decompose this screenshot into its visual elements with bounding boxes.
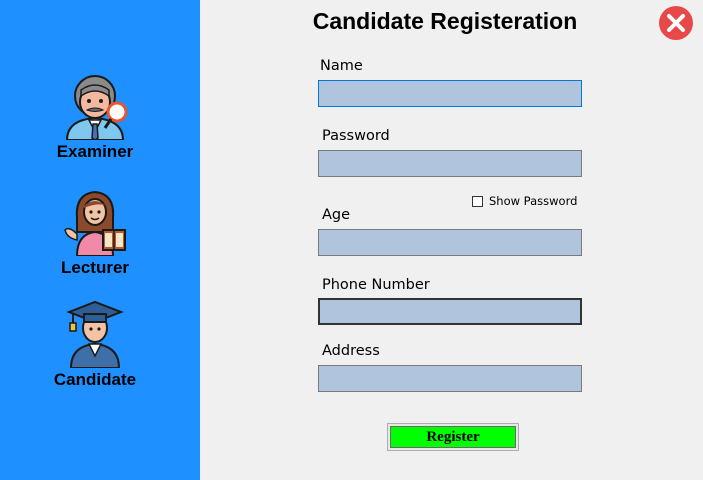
- close-button[interactable]: [658, 5, 694, 41]
- examiner-icon: [65, 75, 128, 140]
- phone-label: Phone Number: [322, 277, 430, 293]
- address-label: Address: [322, 343, 380, 359]
- sidebar-item-label: Candidate: [53, 370, 137, 389]
- password-field[interactable]: [318, 150, 582, 177]
- name-label: Name: [320, 58, 363, 74]
- sidebar-item-candidate[interactable]: Candidate: [0, 300, 190, 390]
- show-password-checkbox[interactable]: [472, 195, 483, 207]
- phone-field[interactable]: [318, 298, 582, 325]
- register-button-frame: Register: [387, 423, 519, 451]
- close-icon: [659, 6, 693, 40]
- age-label: Age: [322, 207, 351, 223]
- candidate-icon: [66, 300, 124, 368]
- password-label: Password: [322, 128, 390, 144]
- address-field[interactable]: [318, 365, 582, 392]
- sidebar-item-label: Examiner: [56, 142, 134, 161]
- age-field[interactable]: [318, 229, 582, 256]
- name-field[interactable]: [318, 80, 582, 107]
- sidebar-item-examiner[interactable]: Examiner: [0, 72, 190, 162]
- page-title: Candidate Registeration: [312, 8, 578, 34]
- register-button[interactable]: Register: [390, 426, 516, 448]
- sidebar: Examiner Lecturer Candidate: [0, 0, 200, 480]
- show-password-toggle[interactable]: Show Password: [472, 194, 577, 208]
- sidebar-item-label: Lecturer: [60, 258, 130, 277]
- show-password-label: Show Password: [489, 194, 578, 208]
- sidebar-item-lecturer[interactable]: Lecturer: [0, 188, 190, 278]
- lecturer-icon: [64, 190, 126, 256]
